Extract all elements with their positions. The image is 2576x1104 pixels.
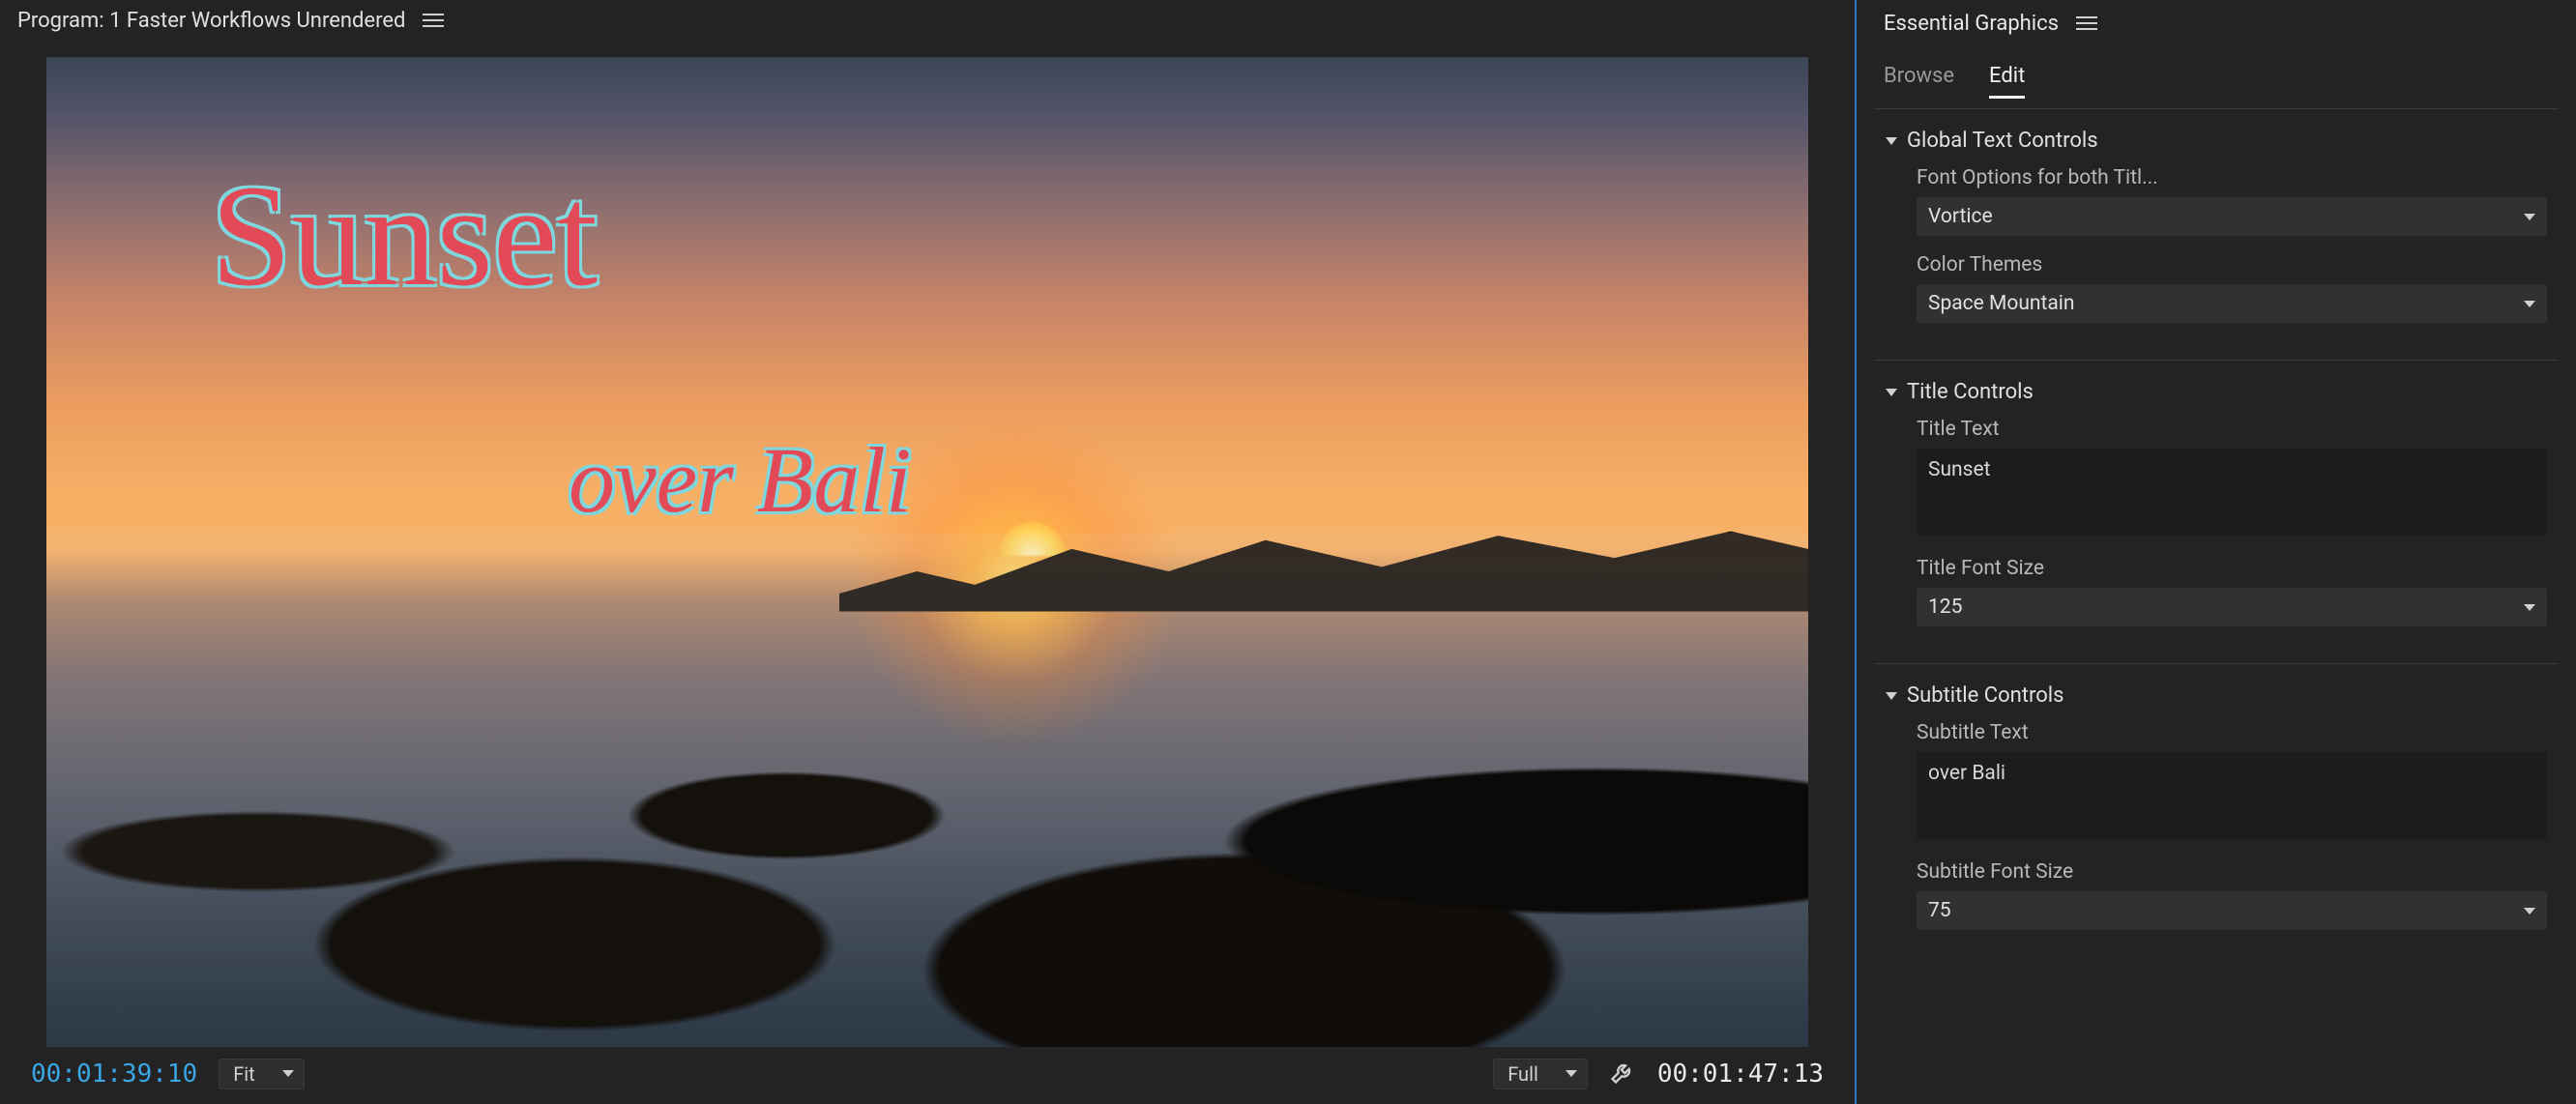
label-title-font-size: Title Font Size — [1917, 557, 2547, 580]
section-title-controls: Title Controls Title Text Title Font Siz… — [1874, 360, 2559, 663]
select-font-options[interactable]: Vortice — [1917, 197, 2547, 236]
transport-bar: 00:01:39:10 Fit Full 00:01:47:13 — [0, 1053, 1855, 1104]
field-title-text: Title Text — [1917, 418, 2547, 539]
program-viewport[interactable]: Sunset over Bali — [46, 57, 1808, 1048]
field-title-font-size: Title Font Size 125 — [1917, 557, 2547, 626]
section-header-global[interactable]: Global Text Controls — [1886, 129, 2547, 153]
chevron-down-icon — [1886, 692, 1897, 700]
zoom-level-dropdown[interactable]: Fit — [219, 1059, 304, 1089]
field-font-options: Font Options for both Titl... Vortice — [1917, 166, 2547, 236]
program-panel-title: Program: 1 Faster Workflows Unrendered — [17, 9, 405, 33]
chevron-down-icon — [1566, 1070, 1577, 1077]
select-color-themes[interactable]: Space Mountain — [1917, 284, 2547, 323]
label-font-options: Font Options for both Titl... — [1917, 166, 2547, 189]
field-subtitle-font-size: Subtitle Font Size 75 — [1917, 860, 2547, 930]
chevron-down-icon — [2524, 604, 2535, 611]
chevron-down-icon — [1886, 137, 1897, 145]
field-color-themes: Color Themes Space Mountain — [1917, 253, 2547, 323]
timecode-duration[interactable]: 00:01:47:13 — [1657, 1060, 1824, 1089]
program-panel-menu-icon[interactable] — [423, 14, 444, 27]
chevron-down-icon — [2524, 908, 2535, 915]
eg-panel-header: Essential Graphics — [1857, 0, 2576, 46]
input-title-text[interactable] — [1917, 449, 2547, 536]
section-header-title[interactable]: Title Controls — [1886, 380, 2547, 404]
timecode-current[interactable]: 00:01:39:10 — [31, 1060, 197, 1089]
chevron-down-icon — [2524, 301, 2535, 307]
playback-resolution-dropdown[interactable]: Full — [1493, 1059, 1588, 1089]
viewport-container: Sunset over Bali — [0, 42, 1855, 1054]
label-subtitle-font-size: Subtitle Font Size — [1917, 860, 2547, 884]
input-subtitle-text[interactable] — [1917, 752, 2547, 839]
settings-wrench-icon[interactable] — [1609, 1059, 1636, 1089]
eg-panel-title: Essential Graphics — [1884, 12, 2059, 36]
program-monitor-panel: Program: 1 Faster Workflows Unrendered S… — [0, 0, 1857, 1104]
select-title-font-size[interactable]: 125 — [1917, 588, 2547, 626]
select-color-value: Space Mountain — [1928, 292, 2075, 315]
section-header-subtitle[interactable]: Subtitle Controls — [1886, 683, 2547, 708]
label-title-text: Title Text — [1917, 418, 2547, 441]
video-frame-foreground — [46, 533, 1808, 1048]
label-color-themes: Color Themes — [1917, 253, 2547, 276]
field-subtitle-text: Subtitle Text — [1917, 721, 2547, 843]
essential-graphics-panel: Essential Graphics Browse Edit Global Te… — [1857, 0, 2576, 1104]
select-subtitle-font-size[interactable]: 75 — [1917, 891, 2547, 930]
chevron-down-icon — [2524, 214, 2535, 220]
subtitle-font-size-value: 75 — [1928, 899, 1951, 922]
eg-panel-menu-icon[interactable] — [2076, 16, 2097, 30]
section-subtitle-controls: Subtitle Controls Subtitle Text Subtitle… — [1874, 663, 2559, 967]
select-font-value: Vortice — [1928, 205, 1993, 228]
zoom-level-value: Fit — [233, 1062, 254, 1086]
section-title-global: Global Text Controls — [1907, 129, 2098, 153]
section-title-title: Title Controls — [1907, 380, 2034, 404]
section-title-subtitle: Subtitle Controls — [1907, 683, 2064, 708]
tab-browse[interactable]: Browse — [1884, 64, 1954, 99]
label-subtitle-text: Subtitle Text — [1917, 721, 2547, 744]
section-global-text-controls: Global Text Controls Font Options for bo… — [1874, 108, 2559, 360]
tab-edit[interactable]: Edit — [1989, 64, 2025, 99]
chevron-down-icon — [282, 1070, 294, 1077]
overlay-title-text[interactable]: Sunset — [211, 163, 598, 308]
eg-tabs: Browse Edit — [1857, 46, 2576, 108]
title-font-size-value: 125 — [1928, 596, 1962, 619]
eg-body: Global Text Controls Font Options for bo… — [1857, 108, 2576, 990]
chevron-down-icon — [1886, 389, 1897, 396]
overlay-subtitle-text[interactable]: over Bali — [569, 434, 912, 527]
program-panel-header: Program: 1 Faster Workflows Unrendered — [0, 0, 1855, 42]
playback-resolution-value: Full — [1508, 1062, 1538, 1086]
